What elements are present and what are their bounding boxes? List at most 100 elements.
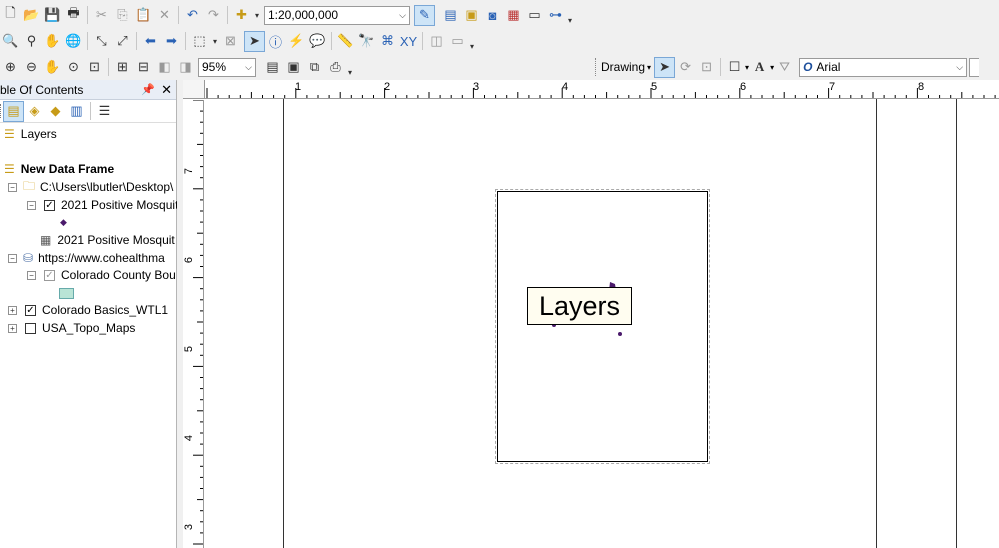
select-elements-icon[interactable]: ➤: [244, 30, 265, 52]
next-page-extent-icon[interactable]: ◨: [175, 57, 196, 78]
collapse-icon[interactable]: −: [8, 182, 17, 192]
pan-icon[interactable]: ✋: [42, 31, 63, 52]
back-extent-icon[interactable]: ⬅: [140, 31, 161, 52]
cut-icon[interactable]: ✂: [91, 5, 112, 26]
zoom-in-icon[interactable]: 🔍: [0, 31, 21, 52]
identify-icon[interactable]: ⓘ: [265, 31, 286, 52]
list-by-drawing-order-icon[interactable]: ▤: [3, 100, 24, 122]
fixed-zoom-out-page-icon[interactable]: ⊟: [133, 57, 154, 78]
model-builder-icon[interactable]: ⊶: [545, 5, 566, 26]
new-document-icon[interactable]: 🗋: [0, 5, 21, 26]
search-window-icon[interactable]: ◙: [482, 5, 503, 26]
text-icon[interactable]: A: [749, 57, 770, 78]
data-frame[interactable]: [495, 189, 710, 464]
zoom-out-page-icon[interactable]: ⊖: [21, 57, 42, 78]
select-elements-drawing-icon[interactable]: ➤: [654, 56, 676, 78]
data-driven-pages-icon[interactable]: ⎙: [325, 57, 346, 78]
add-data-dropdown-icon[interactable]: ▾: [252, 5, 262, 26]
layer-visibility-checkbox[interactable]: [25, 322, 36, 334]
toc-item-mosquito-layer[interactable]: − ✓ 2021 Positive Mosquit: [27, 197, 178, 213]
save-icon[interactable]: 💾: [42, 5, 63, 26]
layer-visibility-checkbox[interactable]: ✓: [25, 304, 36, 316]
layer-visibility-checkbox[interactable]: ✓: [44, 269, 55, 281]
fixed-zoom-in-icon[interactable]: ⤡: [91, 31, 112, 52]
collapse-icon[interactable]: −: [27, 200, 36, 210]
full-extent-icon[interactable]: 🌐: [63, 31, 84, 52]
delete-icon[interactable]: ✕: [154, 5, 175, 26]
create-viewer-icon[interactable]: ▭: [447, 31, 468, 52]
vertical-ruler[interactable]: 7 6 5 4 3: [183, 100, 204, 548]
fixed-zoom-in-page-icon[interactable]: ⊞: [112, 57, 133, 78]
forward-extent-icon[interactable]: ➡: [161, 31, 182, 52]
paste-icon[interactable]: 📋: [133, 5, 154, 26]
previous-page-extent-icon[interactable]: ◧: [154, 57, 175, 78]
list-by-selection-icon[interactable]: ▥: [66, 101, 87, 122]
catalog-icon[interactable]: ▣: [461, 5, 482, 26]
font-size-combo[interactable]: [969, 57, 980, 77]
open-icon[interactable]: 📂: [21, 5, 42, 26]
chevron-down-icon[interactable]: ⌵: [399, 10, 406, 21]
toc-item-layers[interactable]: ☰ Layers: [4, 126, 57, 142]
clear-selection-icon[interactable]: ⊠: [220, 31, 241, 52]
toc-item-basics-layer[interactable]: + ✓ Colorado Basics_WTL1: [8, 302, 168, 318]
expand-icon[interactable]: +: [8, 323, 17, 333]
toolbar-options-icon[interactable]: ▾: [348, 68, 352, 77]
edit-vertices-icon[interactable]: ⛛: [774, 57, 795, 78]
fixed-zoom-out-icon[interactable]: ⤢: [112, 31, 133, 52]
pan-page-icon[interactable]: ✋: [42, 57, 63, 78]
zoom-100-icon[interactable]: ⊡: [84, 57, 105, 78]
drawing-menu-dropdown-icon[interactable]: ▾: [647, 63, 651, 72]
toolbar-options-icon[interactable]: ▾: [470, 42, 474, 51]
layout-view[interactable]: 1 2 3 4 5 6 7 8 7 6 5 4 3 Layers: [183, 80, 999, 548]
find-route-icon[interactable]: ⌘: [377, 31, 398, 52]
arctoolbox-icon[interactable]: ▦: [503, 5, 524, 26]
change-layout-icon[interactable]: ⧉: [304, 57, 325, 78]
drawing-menu[interactable]: Drawing: [601, 60, 645, 74]
expand-icon[interactable]: +: [8, 305, 17, 315]
hyperlink-icon[interactable]: ⚡: [286, 31, 307, 52]
find-icon[interactable]: 🔭: [356, 31, 377, 52]
toc-item-folder[interactable]: − 🗀 C:\Users\lbutler\Desktop\: [8, 179, 173, 195]
redo-icon[interactable]: ↷: [203, 5, 224, 26]
zoom-in-page-icon[interactable]: ⊕: [0, 57, 21, 78]
focus-data-frame-icon[interactable]: ▣: [283, 57, 304, 78]
layout-zoom-combo[interactable]: 95% ⌵: [198, 57, 256, 77]
editor-toolbar-icon[interactable]: ✎: [414, 4, 435, 26]
options-icon[interactable]: ☰: [94, 101, 115, 122]
toolbar-grip[interactable]: [595, 58, 598, 76]
copy-icon[interactable]: ⎘: [112, 5, 133, 26]
layer-visibility-checkbox[interactable]: ✓: [44, 199, 55, 211]
toc-item-data-frame[interactable]: ☰ New Data Frame: [4, 161, 114, 177]
html-popup-icon[interactable]: 💬: [307, 31, 328, 52]
toggle-draft-mode-icon[interactable]: ▤: [262, 57, 283, 78]
font-combo[interactable]: O Arial ⌵: [799, 57, 968, 77]
measure-icon[interactable]: 📏: [335, 31, 356, 52]
close-icon[interactable]: ✕: [161, 82, 172, 98]
toc-item-county-layer[interactable]: − ✓ Colorado County Bou: [27, 267, 176, 283]
chevron-down-icon[interactable]: ⌵: [245, 62, 252, 73]
add-data-icon[interactable]: ✚: [231, 5, 252, 26]
list-by-source-icon[interactable]: ◈: [24, 101, 45, 122]
zoom-whole-page-icon[interactable]: ⊙: [63, 57, 84, 78]
print-icon[interactable]: 🖶: [63, 5, 84, 26]
zoom-to-selected-elements-icon[interactable]: ⊡: [696, 57, 717, 78]
python-window-icon[interactable]: ▭: [524, 5, 545, 26]
list-by-visibility-icon[interactable]: ◆: [45, 101, 66, 122]
map-scale-combo[interactable]: 1:20,000,000 ⌵: [264, 5, 410, 25]
go-to-xy-icon[interactable]: XY: [398, 31, 419, 52]
time-slider-icon[interactable]: ◫: [426, 31, 447, 52]
collapse-icon[interactable]: −: [8, 253, 17, 263]
toolbar-options-icon[interactable]: ▾: [568, 16, 572, 25]
toc-item-mosquito-table[interactable]: ▦ 2021 Positive Mosquit: [40, 232, 175, 248]
data-frame-name-label[interactable]: Layers: [527, 287, 632, 325]
undo-icon[interactable]: ↶: [182, 5, 203, 26]
select-features-icon[interactable]: ⬚: [189, 31, 210, 52]
select-dropdown-icon[interactable]: ▾: [210, 31, 220, 52]
pin-icon[interactable]: 📌: [141, 83, 155, 96]
zoom-out-icon[interactable]: ⚲: [21, 31, 42, 52]
rectangle-icon[interactable]: ☐: [724, 57, 745, 78]
rotate-icon[interactable]: ⟳: [675, 57, 696, 78]
horizontal-ruler[interactable]: 1 2 3 4 5 6 7 8: [205, 80, 999, 99]
chevron-down-icon[interactable]: ⌵: [956, 62, 963, 73]
toc-item-topo-layer[interactable]: + USA_Topo_Maps: [8, 320, 135, 336]
